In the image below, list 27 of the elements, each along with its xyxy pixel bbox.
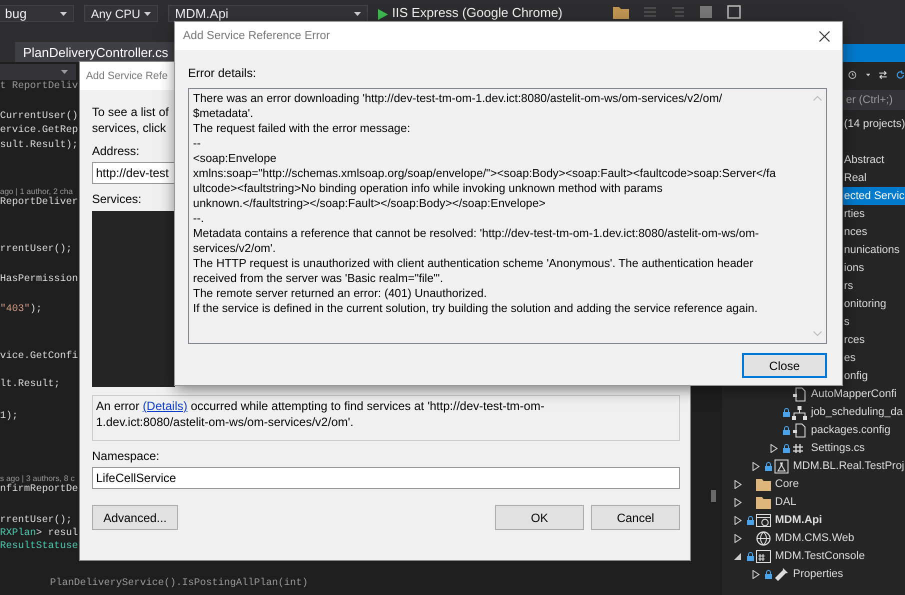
instruction-text: To see a list of services, click: [92, 104, 169, 136]
dialog-title: Add Service Reference Error: [183, 30, 330, 42]
code-line: rrentUser();: [0, 243, 72, 256]
field-label: Error details:: [188, 66, 256, 81]
code-line: sult.Result);: [0, 139, 78, 152]
status-message: An error (Details) occurred while attempting to find services at 'http://dev-test-tm-om- 1.dev.ict:8080/astelit-om-ws/om-services/v2/om'.: [92, 395, 680, 441]
field-label: Address:: [92, 144, 140, 159]
code-line: t ReportDeliv: [0, 80, 78, 93]
code-line: ResultStatuse: [0, 540, 78, 553]
dialog-title: Add Service Refe: [86, 70, 168, 82]
code-line: ervice.GetRep: [0, 124, 78, 137]
code-line: rrentUser();: [0, 514, 72, 527]
field-label: Services:: [92, 192, 142, 207]
code-line: lt.Result;: [0, 378, 60, 391]
field-label: Namespace:: [92, 449, 160, 464]
code-lens: ago | 1 author, 2 cha: [0, 186, 73, 196]
error-details-text: There was an error downloading 'http://dev-test-tm-om-1.dev.ict:8080/astelit-om-ws/om-services/v2/om/ $metadata'. The request failed with the error message: -- <soap:Envelope xmlns:soap="http://schemas.xmlsoap.org/soap/envelope/"><soap:Body><soap:Fault><faultcode>soap:Server</fa ultcode><faultstring>No binding operation info while invoking unknown method with params unknown.</faultstring></soap:Fault></soap:Body></soap:Envelope> --. Metadata contains a reference that cannot be resolved: 'http://dev-test-tm-om-1.dev.ict:8080/astelit-om-ws/om- services/v2/om'. The HTTP request is unauthorized with client authentication scheme 'Anonymous'. The authentication header received from the server was 'Basic realm="file"'. The remote server returned an error: (401) Unauthorized. If the service is defined in the current solution, try building the solution and adding the service reference again.: [192, 91, 777, 317]
code-lens: s ago | 3 authors, 8 c: [0, 473, 75, 484]
code-line: ReportDeliver: [0, 196, 78, 209]
code-line: PlanDeliveryService().IsPostingAllPlan(int): [49, 577, 308, 590]
code-line: "403");: [0, 303, 42, 316]
code-line: HasPermission: [0, 273, 78, 286]
code-line: RXPlan> resul: [0, 527, 78, 540]
code-line: 1);: [0, 410, 18, 423]
code-line: CurrentUser(): [0, 110, 78, 123]
code-line: nfirmReportDe: [0, 483, 78, 496]
code-line: vice.GetConfi: [0, 350, 78, 363]
